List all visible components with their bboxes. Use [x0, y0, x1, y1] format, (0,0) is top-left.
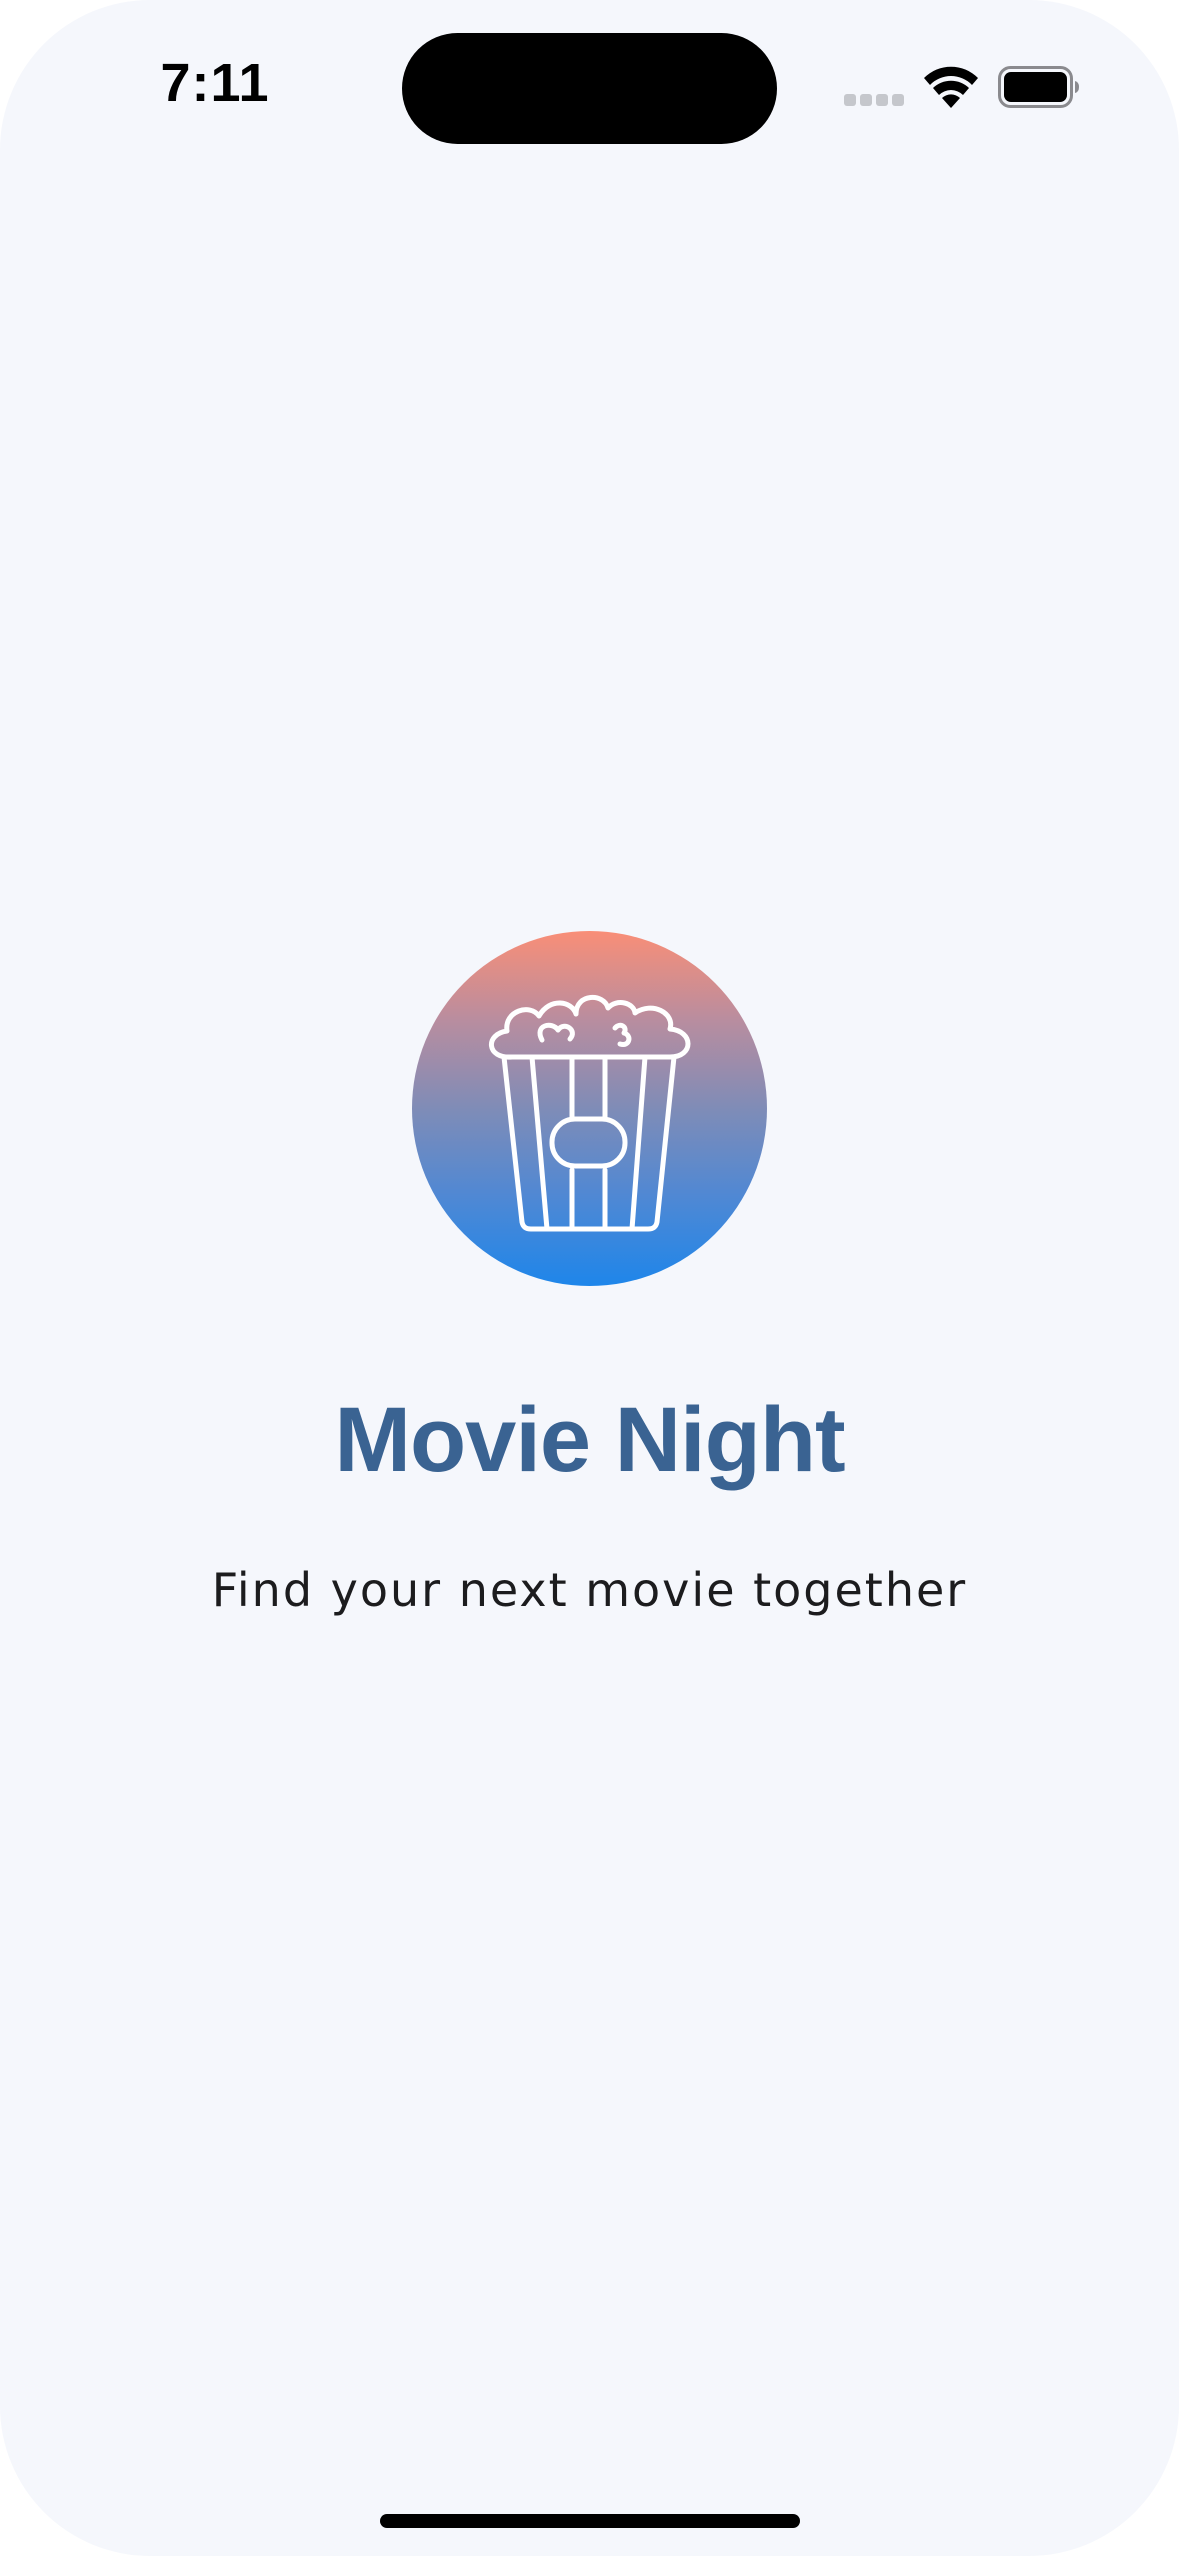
wifi-icon — [924, 66, 978, 108]
splash-screen: 7:11 Movie Night Find your next movie to… — [0, 0, 1179, 2556]
app-logo — [412, 931, 767, 1286]
dynamic-island — [402, 33, 777, 144]
app-tagline: Find your next movie together — [211, 1563, 968, 1617]
battery-icon — [998, 66, 1079, 108]
home-indicator[interactable] — [380, 2514, 800, 2528]
cellular-signal-icon — [844, 94, 904, 106]
popcorn-icon — [488, 994, 691, 1232]
app-title: Movie Night — [334, 1389, 845, 1491]
status-bar-time: 7:11 — [160, 53, 270, 113]
